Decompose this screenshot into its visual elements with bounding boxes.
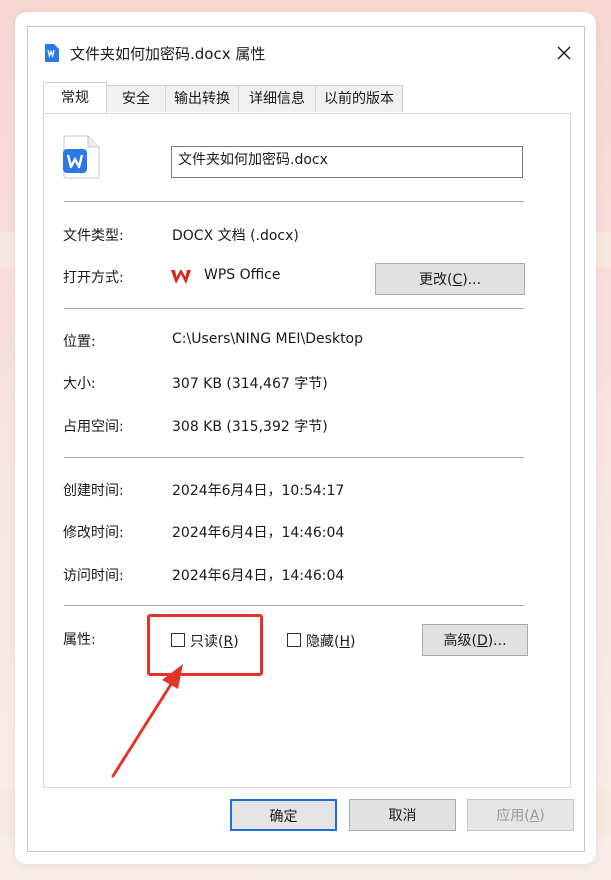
- tab-label: 详细信息: [249, 91, 305, 107]
- divider: [64, 605, 524, 606]
- change-button[interactable]: 更改(C)...: [375, 263, 525, 295]
- accelerator-key: D: [476, 633, 488, 649]
- divider: [64, 201, 524, 202]
- close-icon: [557, 46, 571, 60]
- created-value: 2024年6月4日，10:54:17: [172, 483, 345, 499]
- hidden-label[interactable]: 隐藏(H): [306, 631, 355, 651]
- tab-label: 安全: [122, 91, 150, 107]
- button-label: 确定: [269, 809, 298, 825]
- file-name-field[interactable]: 文件夹如何加密码.docx: [171, 146, 523, 178]
- tab-output-convert[interactable]: 输出转换: [165, 85, 239, 112]
- open-with-label: 打开方式:: [63, 270, 124, 286]
- accessed-label: 访问时间:: [63, 568, 124, 584]
- tab-label: 以前的版本: [324, 91, 394, 107]
- wps-writer-doc-icon: [63, 135, 100, 179]
- tab-details[interactable]: 详细信息: [238, 85, 316, 112]
- open-with-value: WPS Office: [204, 267, 281, 283]
- location-label: 位置:: [63, 334, 96, 350]
- file-type-value: DOCX 文档 (.docx): [172, 228, 299, 244]
- properties-dialog: 文件夹如何加密码.docx 属性 常规 安全 输出转换 详细信息 以前的版本 文…: [27, 26, 585, 852]
- button-label: 取消: [388, 808, 417, 824]
- tab-general[interactable]: 常规: [43, 82, 107, 113]
- hidden-checkbox[interactable]: [287, 633, 301, 647]
- document-icon: [45, 44, 59, 62]
- button-label: 应用(: [496, 808, 530, 824]
- button-label: 高级(: [443, 633, 477, 649]
- advanced-button[interactable]: 高级(D)...: [422, 624, 528, 656]
- close-button[interactable]: [549, 39, 579, 67]
- button-label-suffix: )...: [487, 633, 507, 649]
- accessed-value: 2024年6月4日，14:46:04: [172, 568, 345, 584]
- size-on-disk-value: 308 KB (315,392 字节): [172, 419, 328, 435]
- divider: [64, 308, 524, 309]
- size-value: 307 KB (314,467 字节): [172, 376, 328, 392]
- modified-label: 修改时间:: [63, 525, 124, 541]
- file-type-label: 文件类型:: [63, 228, 124, 244]
- readonly-highlight-box: [147, 614, 263, 676]
- tab-label: 常规: [61, 90, 89, 106]
- location-value: C:\Users\NING MEI\Desktop: [172, 331, 364, 347]
- checkbox-label: 隐藏(: [306, 634, 340, 650]
- attributes-label: 属性:: [63, 632, 96, 648]
- tab-security[interactable]: 安全: [106, 85, 166, 112]
- accelerator-key: H: [339, 634, 350, 650]
- tab-previous-versions[interactable]: 以前的版本: [315, 85, 403, 112]
- wps-office-icon: [171, 269, 191, 284]
- window-title: 文件夹如何加密码.docx 属性: [70, 45, 266, 63]
- divider: [64, 457, 524, 458]
- size-label: 大小:: [63, 376, 96, 392]
- button-label-suffix: ): [539, 808, 545, 824]
- cancel-button[interactable]: 取消: [349, 799, 456, 831]
- checkbox-label-suffix: ): [350, 634, 356, 650]
- size-on-disk-label: 占用空间:: [63, 419, 124, 435]
- modified-value: 2024年6月4日，14:46:04: [172, 525, 345, 541]
- general-tab-panel: [43, 113, 571, 788]
- button-label: 更改(: [418, 272, 453, 288]
- accelerator-key: A: [529, 808, 540, 824]
- accelerator-key: C: [452, 272, 463, 288]
- ok-button[interactable]: 确定: [230, 799, 337, 831]
- button-label-suffix: )...: [462, 272, 482, 288]
- apply-button[interactable]: 应用(A): [467, 799, 574, 831]
- tab-label: 输出转换: [174, 91, 230, 107]
- created-label: 创建时间:: [63, 483, 124, 499]
